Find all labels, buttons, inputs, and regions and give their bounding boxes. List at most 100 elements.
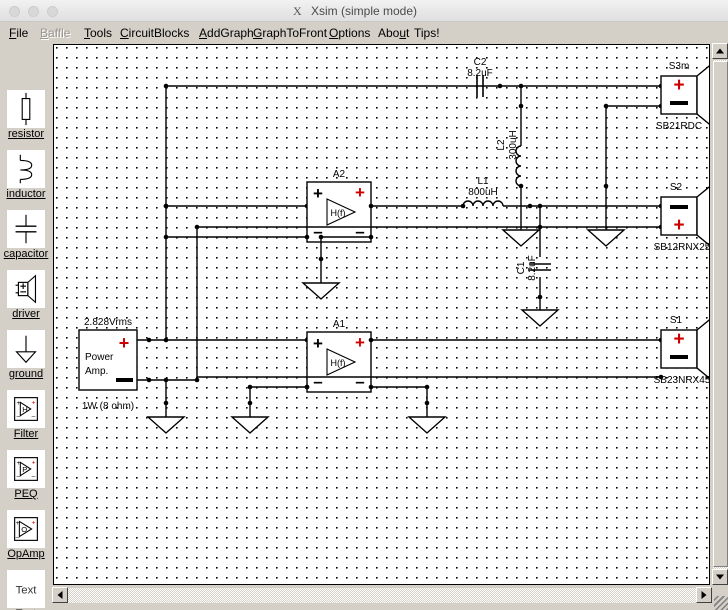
schematic-label: SB23NRX45 [654,375,709,386]
svg-text:–: – [32,473,36,480]
terminal-minus-in: – [313,372,322,391]
menu-circuitblocks[interactable]: CircuitBlocks [117,25,192,41]
junction-node[interactable] [424,400,430,406]
junction-node[interactable] [163,337,169,343]
ground-amp[interactable] [146,416,186,434]
junction-node[interactable] [163,400,169,406]
ground-icon[interactable] [7,330,45,368]
junction-node[interactable] [146,337,152,343]
speaker-plus-terminal: + [673,329,684,350]
junction-node[interactable] [460,203,466,209]
junction-node[interactable] [368,234,374,240]
schematic-label: 8.2uF [527,255,538,281]
junction-node[interactable] [368,203,374,209]
window-title: Xsim (simple mode) [310,4,418,18]
svg-text:P: P [22,465,27,474]
junction-node[interactable] [304,384,310,390]
junction-node[interactable] [537,294,543,300]
schematic-canvas[interactable]: C2 8.2uF L2 300uH + S3m SB21RDC H(f) + + – – A2 L1 800… [53,44,710,585]
schematic-label: A1 [333,319,346,330]
inductor-icon[interactable] [7,150,45,188]
component-toolbar: resistor inductor capacitor driver ground H + +… [0,43,52,610]
tool-resistor[interactable]: resistor [7,90,45,141]
menu-tools[interactable]: Tools [81,25,115,41]
ground-l2[interactable] [501,229,541,247]
window-resize-grip[interactable] [714,596,728,610]
tool-opamp[interactable]: O + + – OpAmp [7,510,45,561]
ground-a2[interactable] [301,282,341,300]
tool-driver[interactable]: driver [7,270,45,321]
schematic-label: C1 [516,261,527,274]
schematic-drawing: C28.2uFL2 300uH+S3mSB21RDCH(f)+ +– –A2L1800… [78,57,709,434]
schematic-label: 1W (8 ohm) [82,401,134,412]
scroll-right-button[interactable] [696,587,712,603]
junction-node[interactable] [247,400,253,406]
schematic-label: 300uH [508,130,519,159]
junction-node[interactable] [146,377,152,383]
menu-graphtofront[interactable]: GraphToFront [250,25,330,41]
speaker-plus-terminal: + [673,75,684,96]
ground-a1-out[interactable] [407,416,447,434]
tool-peq[interactable]: P + + – – PEQ [7,450,45,501]
menu-file[interactable]: File [6,25,31,41]
xsim-window: X Xsim (simple mode) File Baffle Tools Circ… [0,0,728,610]
menu-about[interactable]: About [375,25,412,41]
tool-label-peq: PEQ [14,488,38,500]
svg-text:H: H [22,405,27,414]
junction-node[interactable] [368,337,374,343]
tool-filter[interactable]: H + + – – Filter [7,390,45,441]
filter-block-icon[interactable]: H+ +– – [7,390,45,428]
horizontal-scrollbar-track[interactable] [53,588,713,603]
scroll-left-button[interactable] [52,587,68,603]
junction-node[interactable] [497,83,503,89]
junction-node[interactable] [194,377,200,383]
svg-text:–: – [16,534,20,541]
tool-ground[interactable]: ground [7,330,45,381]
junction-node[interactable] [527,203,533,209]
svg-text:+: + [17,400,21,407]
menu-options[interactable]: Options [326,25,373,41]
scroll-down-button[interactable] [712,569,728,585]
junction-node[interactable] [518,103,524,109]
text-block-icon[interactable]: Text [7,570,45,608]
resistor-icon[interactable] [7,90,45,128]
menu-tips[interactable]: Tips! [411,25,443,41]
junction-node[interactable] [368,384,374,390]
junction-node[interactable] [603,103,609,109]
menu-addgraph[interactable]: AddGraph [196,25,257,41]
ground-s3m[interactable] [586,229,626,247]
inductor-l1[interactable] [462,200,504,207]
scroll-up-button[interactable] [712,43,728,59]
svg-text:O: O [21,525,27,534]
vertical-scrollbar-thumb[interactable] [713,61,728,567]
tool-inductor[interactable]: inductor [6,150,46,201]
junction-node[interactable] [247,384,253,390]
filter-block-a2[interactable]: H(f)+ +– – [306,181,372,243]
terminal-minus-out: – [355,222,364,241]
opamp-block-icon[interactable]: O+ +– [7,510,45,548]
filter-block-a1[interactable]: H(f) + + – – [306,331,372,393]
tool-text[interactable]: TextText [7,570,45,610]
speaker-s2[interactable]: + [660,183,709,249]
schematic-label: A2 [333,169,346,180]
ground-c1[interactable] [520,309,560,327]
peq-block-icon[interactable]: P+ +– – [7,450,45,488]
tool-capacitor[interactable]: capacitor [4,210,48,261]
schematic-label: Power [85,352,114,363]
speaker-plus-terminal: + [673,215,684,236]
speaker-s1[interactable]: + [660,316,709,382]
schematic-label: L2 [496,139,507,151]
svg-text:Text: Text [16,585,38,597]
junction-node[interactable] [518,183,524,189]
junction-node[interactable] [304,234,310,240]
junction-node[interactable] [318,256,324,262]
driver-icon[interactable] [7,270,45,308]
junction-node[interactable] [163,377,169,383]
menu-bar: File Baffle Tools CircuitBlocks AddGraph Grap… [0,22,728,43]
capacitor-icon[interactable] [7,210,45,248]
junction-node[interactable] [603,183,609,189]
junction-node[interactable] [424,384,430,390]
ground-a1-in[interactable] [230,416,270,434]
junction-node[interactable] [163,203,169,209]
junction-node[interactable] [318,234,324,240]
